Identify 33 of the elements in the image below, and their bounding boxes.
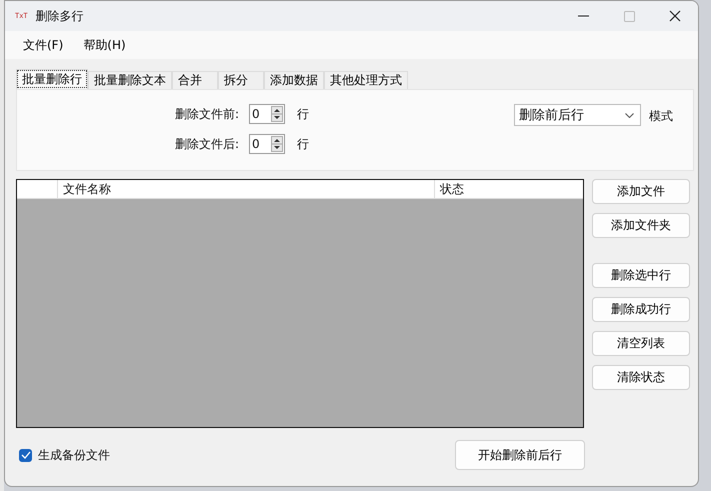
minimize-icon	[578, 15, 588, 17]
tab[interactable]: 合并	[172, 71, 218, 89]
side-button[interactable]: 删除选中行	[592, 263, 690, 288]
tab[interactable]: 添加数据	[264, 71, 324, 89]
chevron-down-icon	[625, 112, 634, 118]
close-icon	[669, 10, 681, 22]
field-label: 删除文件后:	[175, 136, 240, 152]
unit-label: 行	[297, 106, 309, 122]
mode-dropdown[interactable]: 删除前后行	[514, 104, 641, 126]
side-button[interactable]: 添加文件夹	[592, 213, 690, 238]
checkbox-label: 生成备份文件	[38, 446, 110, 464]
checkbox[interactable]	[19, 448, 32, 462]
tab[interactable]: 批量删除行	[16, 69, 88, 89]
number-spinner[interactable]: 0	[249, 104, 285, 124]
checkmark-icon	[20, 451, 30, 459]
field-label: 删除文件前:	[175, 106, 240, 122]
spin-arrows-icon	[271, 136, 283, 152]
number-spinner[interactable]: 0	[249, 134, 285, 154]
menu-item[interactable]: 帮助(H)	[75, 34, 134, 56]
tab[interactable]: 其他处理方式	[324, 71, 408, 89]
unit-label: 行	[297, 136, 309, 152]
spin-arrows-icon	[271, 106, 283, 122]
menu-item[interactable]: 文件(F)	[15, 34, 72, 56]
side-button[interactable]: 清空列表	[592, 331, 690, 356]
window-title: 删除多行	[36, 8, 84, 24]
mode-label: 模式	[649, 108, 673, 125]
start-button[interactable]: 开始删除前后行	[455, 440, 585, 470]
side-button[interactable]: 删除成功行	[592, 297, 690, 322]
maximize-icon	[624, 10, 634, 22]
tab[interactable]: 拆分	[218, 71, 264, 89]
tab[interactable]: 批量删除文本	[88, 71, 172, 89]
side-button[interactable]: 添加文件	[592, 179, 690, 204]
side-button[interactable]: 清除状态	[592, 365, 690, 390]
